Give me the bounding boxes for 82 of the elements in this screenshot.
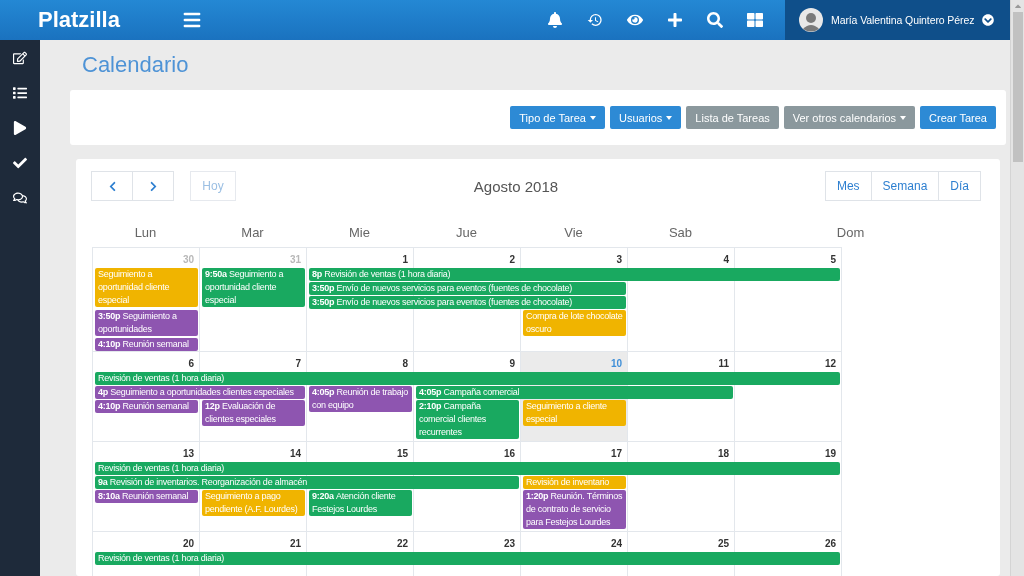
calendar-event[interactable]: 4:10p Reunión semanal: [95, 338, 198, 351]
calendar-event[interactable]: 3:50p Envío de nuevos servicios para eventos (fuentes de chocolate): [309, 296, 626, 309]
add-icon[interactable]: [667, 12, 683, 28]
day-number[interactable]: 14: [289, 448, 301, 459]
day-number[interactable]: 6: [188, 358, 194, 369]
scrollbar[interactable]: [1010, 0, 1024, 576]
play-icon[interactable]: [13, 120, 27, 135]
view-button[interactable]: Mes: [824, 171, 872, 201]
day-number[interactable]: 24: [610, 538, 622, 549]
calendar-event[interactable]: 4p Seguimiento a oportunidades clientes especiales: [95, 386, 305, 399]
day-number[interactable]: 22: [396, 538, 408, 549]
weekday-header: Mar: [241, 225, 264, 242]
calendar-event[interactable]: 3:50p Seguimiento a oportunidades: [95, 310, 198, 336]
day-number[interactable]: 5: [830, 254, 836, 265]
weekday-header: Dom: [836, 225, 865, 242]
calendar-event[interactable]: 8:10a Reunión semanal: [95, 490, 198, 503]
day-number[interactable]: 7: [295, 358, 301, 369]
list-icon[interactable]: [13, 85, 27, 100]
calendar-event[interactable]: 9:20a Atención cliente Festejos Lourdes: [309, 490, 412, 516]
history-icon[interactable]: [587, 12, 603, 28]
search-icon[interactable]: [707, 12, 723, 28]
calendar-event[interactable]: Revisión de ventas (1 hora diaria): [95, 552, 840, 565]
edit-icon[interactable]: [13, 50, 27, 65]
toolbar-button[interactable]: Crear Tarea: [920, 106, 996, 129]
user-name[interactable]: María Valentina Quintero Pérez: [831, 14, 975, 26]
weekday-header: Lun: [134, 225, 157, 242]
notifications-icon[interactable]: [547, 12, 563, 28]
calendar-event[interactable]: 4:05p Reunión de trabajo con equipo: [309, 386, 412, 412]
calendar-event[interactable]: 8p Revisión de ventas (1 hora diaria): [309, 268, 840, 281]
calendar-event[interactable]: 2:10p Campaña comercial clientes recurrentes: [416, 400, 519, 439]
view-button[interactable]: Día: [938, 171, 981, 201]
calendar-event[interactable]: 1:20p Reunión. Términos de contrato de servicio para Festejos Lourdes: [523, 490, 626, 529]
day-number[interactable]: 25: [717, 538, 729, 549]
eye-icon[interactable]: [627, 12, 643, 28]
day-number[interactable]: 15: [396, 448, 408, 459]
toolbar-button[interactable]: Lista de Tareas: [686, 106, 779, 129]
calendar-event[interactable]: Revisión de ventas (1 hora diaria): [95, 372, 840, 385]
day-number[interactable]: 21: [289, 538, 301, 549]
toolbar-button[interactable]: Ver otros calendarios: [783, 106, 916, 129]
view-button[interactable]: Semana: [870, 171, 940, 201]
brand-logo[interactable]: Platzilla: [38, 7, 180, 33]
toolbar-button[interactable]: Tipo de Tarea: [510, 106, 605, 129]
day-number[interactable]: 11: [718, 358, 729, 369]
day-number[interactable]: 19: [824, 448, 836, 459]
caret-icon: [666, 115, 673, 120]
page-title: Calendario: [82, 52, 190, 78]
day-number[interactable]: 4: [723, 254, 729, 265]
calendar-event[interactable]: Revisión de ventas (1 hora diaria): [95, 462, 840, 475]
day-number[interactable]: 10: [610, 358, 622, 369]
calendar-title: Agosto 2018: [472, 177, 560, 195]
check-icon[interactable]: [13, 155, 27, 170]
day-number[interactable]: 12: [824, 358, 836, 369]
day-number[interactable]: 1: [402, 254, 408, 265]
calendar-event[interactable]: 9:50a Seguimiento a oportunidad cliente especial: [202, 268, 305, 307]
calendar-event[interactable]: 12p Evaluación de clientes especiales: [202, 400, 305, 426]
day-number[interactable]: 20: [182, 538, 194, 549]
scrollbar-thumb[interactable]: [1012, 12, 1023, 162]
day-number[interactable]: 23: [503, 538, 515, 549]
weekday-header: Vie: [564, 225, 583, 242]
day-number[interactable]: 13: [182, 448, 194, 459]
day-number[interactable]: 9: [509, 358, 515, 369]
calendar-event[interactable]: 3:50p Envío de nuevos servicios para eventos (fuentes de chocolate): [309, 282, 626, 295]
calendar-event[interactable]: 4:05p Campaña comercial: [416, 386, 733, 399]
weekday-header: Jue: [456, 225, 477, 242]
chevron-down-icon[interactable]: [982, 14, 995, 26]
day-number[interactable]: 26: [824, 538, 836, 549]
grid-icon[interactable]: [747, 12, 763, 28]
comments-icon[interactable]: [13, 190, 27, 205]
day-number[interactable]: 16: [503, 448, 515, 459]
day-number[interactable]: 17: [610, 448, 622, 459]
toolbar-button[interactable]: Usuarios: [609, 106, 682, 129]
weekday-header: Sab: [668, 225, 693, 242]
day-number[interactable]: 2: [509, 254, 515, 265]
weekday-header: Mie: [349, 225, 370, 242]
day-number[interactable]: 18: [717, 448, 729, 459]
day-number[interactable]: 8: [402, 358, 408, 369]
caret-icon: [589, 115, 596, 120]
caret-icon: [900, 115, 907, 120]
calendar-event[interactable]: 9a Revisión de inventarios. Reorganización de almacén: [95, 476, 519, 489]
day-number[interactable]: 3: [616, 254, 622, 265]
avatar-icon: [799, 8, 823, 32]
calendar-event[interactable]: 4:10p Reunión semanal: [95, 400, 198, 413]
